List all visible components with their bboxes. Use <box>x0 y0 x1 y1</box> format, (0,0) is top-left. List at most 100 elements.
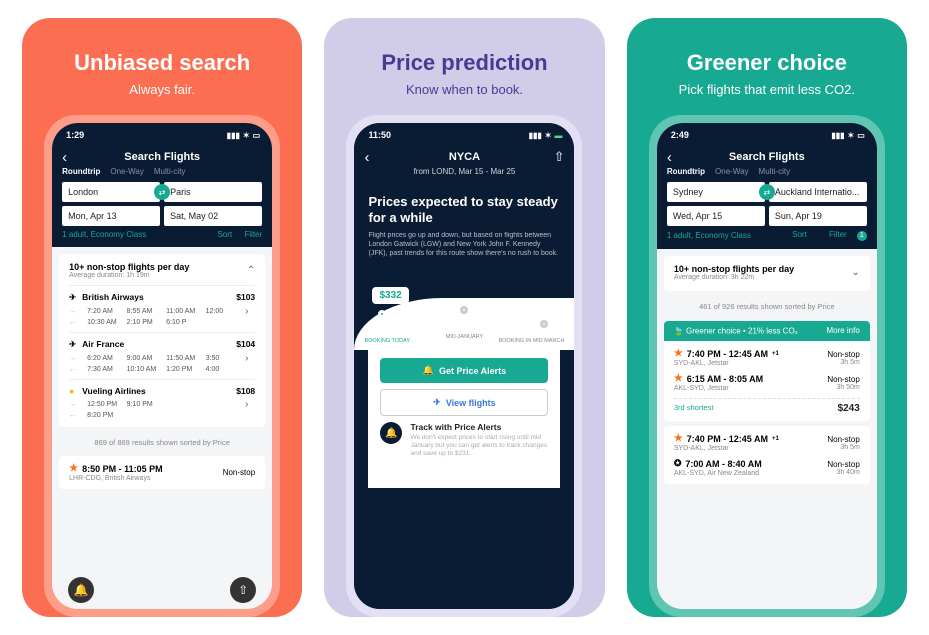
depart-date-input[interactable]: Mon, Apr 13 <box>62 206 160 226</box>
signal-icon: ▮▮▮ <box>529 131 542 140</box>
share-fab-button[interactable]: ⇧ <box>230 577 256 603</box>
nonstop-avg: Average duration: 1h 19m <box>69 272 189 279</box>
bell-icon: 🔔 <box>423 365 434 376</box>
filter-button[interactable]: Filter1 <box>819 230 867 239</box>
more-info-link[interactable]: More info <box>826 326 859 336</box>
share-icon: ⇧ <box>238 583 248 597</box>
price-low-label: $332 <box>372 287 408 304</box>
return-arrow-icon: ← <box>69 366 81 373</box>
promo-panel-price-prediction: Price prediction Know when to book. 11:5… <box>324 18 604 617</box>
phone-frame: 2:49 ▮▮▮ ✶ ▭ ‹ Search Flights Roundtrip … <box>649 115 885 617</box>
origin-input[interactable]: Sydney <box>667 182 765 202</box>
promo-panel-greener: Greener choice Pick flights that emit le… <box>627 18 907 617</box>
return-date-input[interactable]: Sun, Apr 19 <box>769 206 867 226</box>
shortest-badge: 3rd shortest <box>674 403 714 414</box>
phone-frame: 1:29 ▮▮▮ ✶ ▭ ‹ Search Flights Roundtrip … <box>44 115 280 617</box>
panel-title: Unbiased search <box>74 50 250 76</box>
track-info-row: 🔔 Track with Price Alerts We don't expec… <box>380 422 548 467</box>
chevron-up-icon[interactable]: ⌃ <box>247 265 255 276</box>
chevron-right-icon[interactable]: › <box>245 306 255 317</box>
signal-icon: ▮▮▮ <box>227 131 240 140</box>
tab-multicity[interactable]: Multi-city <box>154 167 186 176</box>
airline-price: $104 <box>236 339 255 350</box>
tab-roundtrip[interactable]: Roundtrip <box>667 167 705 176</box>
back-icon[interactable]: ‹ <box>667 149 672 166</box>
bell-icon: 🔔 <box>74 583 89 597</box>
x-label-mid: MID-JANUARY <box>446 334 484 340</box>
battery-icon: ▭ <box>253 131 261 140</box>
tab-oneway[interactable]: One-Way <box>110 167 144 176</box>
swap-icon[interactable]: ⇄ <box>154 184 170 200</box>
nonstop-card[interactable]: 10+ non-stop flights per day Average dur… <box>59 254 265 427</box>
passengers-label[interactable]: 1 adult, Economy Class <box>62 230 146 239</box>
depart-date-input[interactable]: Wed, Apr 15 <box>667 206 765 226</box>
route-subtitle: from LOND, Mar 15 - Mar 25 <box>364 167 564 176</box>
airline-row[interactable]: ✈Air France $104 → 6:20 AM 9:00 AM 11:50… <box>69 332 255 373</box>
depart-arrow-icon: → <box>69 308 81 315</box>
wifi-icon: ✶ <box>545 131 552 140</box>
x-label-today: BOOKING TODAY <box>364 338 410 344</box>
back-icon[interactable]: ‹ <box>62 149 67 166</box>
airline-price: $103 <box>236 292 255 303</box>
x-label-march: BOOKING IN MID MARCH <box>498 338 564 344</box>
tab-oneway[interactable]: One-Way <box>715 167 749 176</box>
tab-roundtrip[interactable]: Roundtrip <box>62 167 100 176</box>
return-arrow-icon: ← <box>69 412 81 419</box>
filter-button[interactable]: Filter <box>244 230 262 239</box>
alert-bell-icon: 🔔 <box>380 422 402 444</box>
panel-subtitle: Pick flights that emit less CO2. <box>679 82 855 97</box>
back-icon[interactable]: ‹ <box>364 149 369 166</box>
star-icon: ★ <box>69 463 78 474</box>
sort-button[interactable]: Sort <box>792 230 807 239</box>
status-time: 11:50 <box>368 130 391 140</box>
destination-input[interactable]: Auckland Internatio... <box>769 182 867 202</box>
plane-icon: ✈ <box>433 397 441 408</box>
flight-card[interactable]: ★8:50 PM - 11:05 PM LHR-CDG, British Air… <box>59 456 265 489</box>
nonstop-avg: Average duration: 3h 22m <box>674 274 794 281</box>
results-summary: 461 of 926 results shown sorted by Price <box>657 298 877 315</box>
destination-input[interactable]: Paris <box>164 182 262 202</box>
star-icon: ★ <box>674 373 683 384</box>
airline-logo-icon: ✪ <box>674 458 682 469</box>
view-flights-button[interactable]: ✈ View flights <box>380 389 548 416</box>
panel-title: Greener choice <box>687 50 847 76</box>
battery-icon: ▬ <box>554 131 562 140</box>
page-title: Search Flights <box>729 151 805 163</box>
share-icon[interactable]: ⇧ <box>554 149 565 165</box>
greener-choice-banner[interactable]: 🍃 Greener choice • 21% less CO₂ More inf… <box>664 321 870 341</box>
star-icon: ★ <box>674 348 683 359</box>
nonstop-card[interactable]: 10+ non-stop flights per day Average dur… <box>664 256 870 291</box>
flight-card[interactable]: ★7:40 PM - 12:45 AM+1 SYD-AKL, Jetstar N… <box>664 341 870 421</box>
trip-type-tabs[interactable]: Roundtrip One-Way Multi-city <box>667 167 867 176</box>
nonstop-title: 10+ non-stop flights per day <box>69 262 189 272</box>
origin-input[interactable]: London <box>62 182 160 202</box>
panel-title: Price prediction <box>381 50 547 76</box>
star-icon: ★ <box>674 433 683 444</box>
passengers-label[interactable]: 1 adult, Economy Class <box>667 231 751 240</box>
nonstop-title: 10+ non-stop flights per day <box>674 264 794 274</box>
wifi-icon: ✶ <box>243 131 250 140</box>
airline-row[interactable]: ✈British Airways $103 → 7:20 AM 8:55 AM … <box>69 285 255 326</box>
promo-panel-unbiased: Unbiased search Always fair. 1:29 ▮▮▮ ✶ … <box>22 18 302 617</box>
chevron-down-icon[interactable]: ⌄ <box>851 267 859 278</box>
airline-price: $108 <box>236 386 255 396</box>
return-date-input[interactable]: Sat, May 02 <box>164 206 262 226</box>
page-title: Search Flights <box>124 151 200 163</box>
chevron-right-icon[interactable]: › <box>245 353 255 364</box>
trip-type-tabs[interactable]: Roundtrip One-Way Multi-city <box>62 167 262 176</box>
swap-icon[interactable]: ⇄ <box>759 184 775 200</box>
track-title: Track with Price Alerts <box>410 422 548 432</box>
depart-arrow-icon: → <box>69 401 81 408</box>
alerts-fab-button[interactable]: 🔔 <box>68 577 94 603</box>
chevron-right-icon[interactable]: › <box>245 399 255 410</box>
app-header: ‹ Search Flights Roundtrip One-Way Multi… <box>657 147 877 249</box>
airline-logo-icon: ● <box>69 386 79 396</box>
leaf-icon: 🍃 <box>674 326 684 336</box>
battery-icon: ▭ <box>857 131 865 140</box>
airline-row[interactable]: ●Vueling Airlines $108 → 12:50 PM 9:10 P… <box>69 379 255 419</box>
sort-button[interactable]: Sort <box>217 230 232 239</box>
flight-card[interactable]: ★7:40 PM - 12:45 AM+1 SYD-AKL, Jetstar N… <box>664 426 870 484</box>
get-price-alerts-button[interactable]: 🔔 Get Price Alerts <box>380 358 548 383</box>
track-description: We don't expect prices to start rising u… <box>410 434 548 457</box>
tab-multicity[interactable]: Multi-city <box>759 167 791 176</box>
